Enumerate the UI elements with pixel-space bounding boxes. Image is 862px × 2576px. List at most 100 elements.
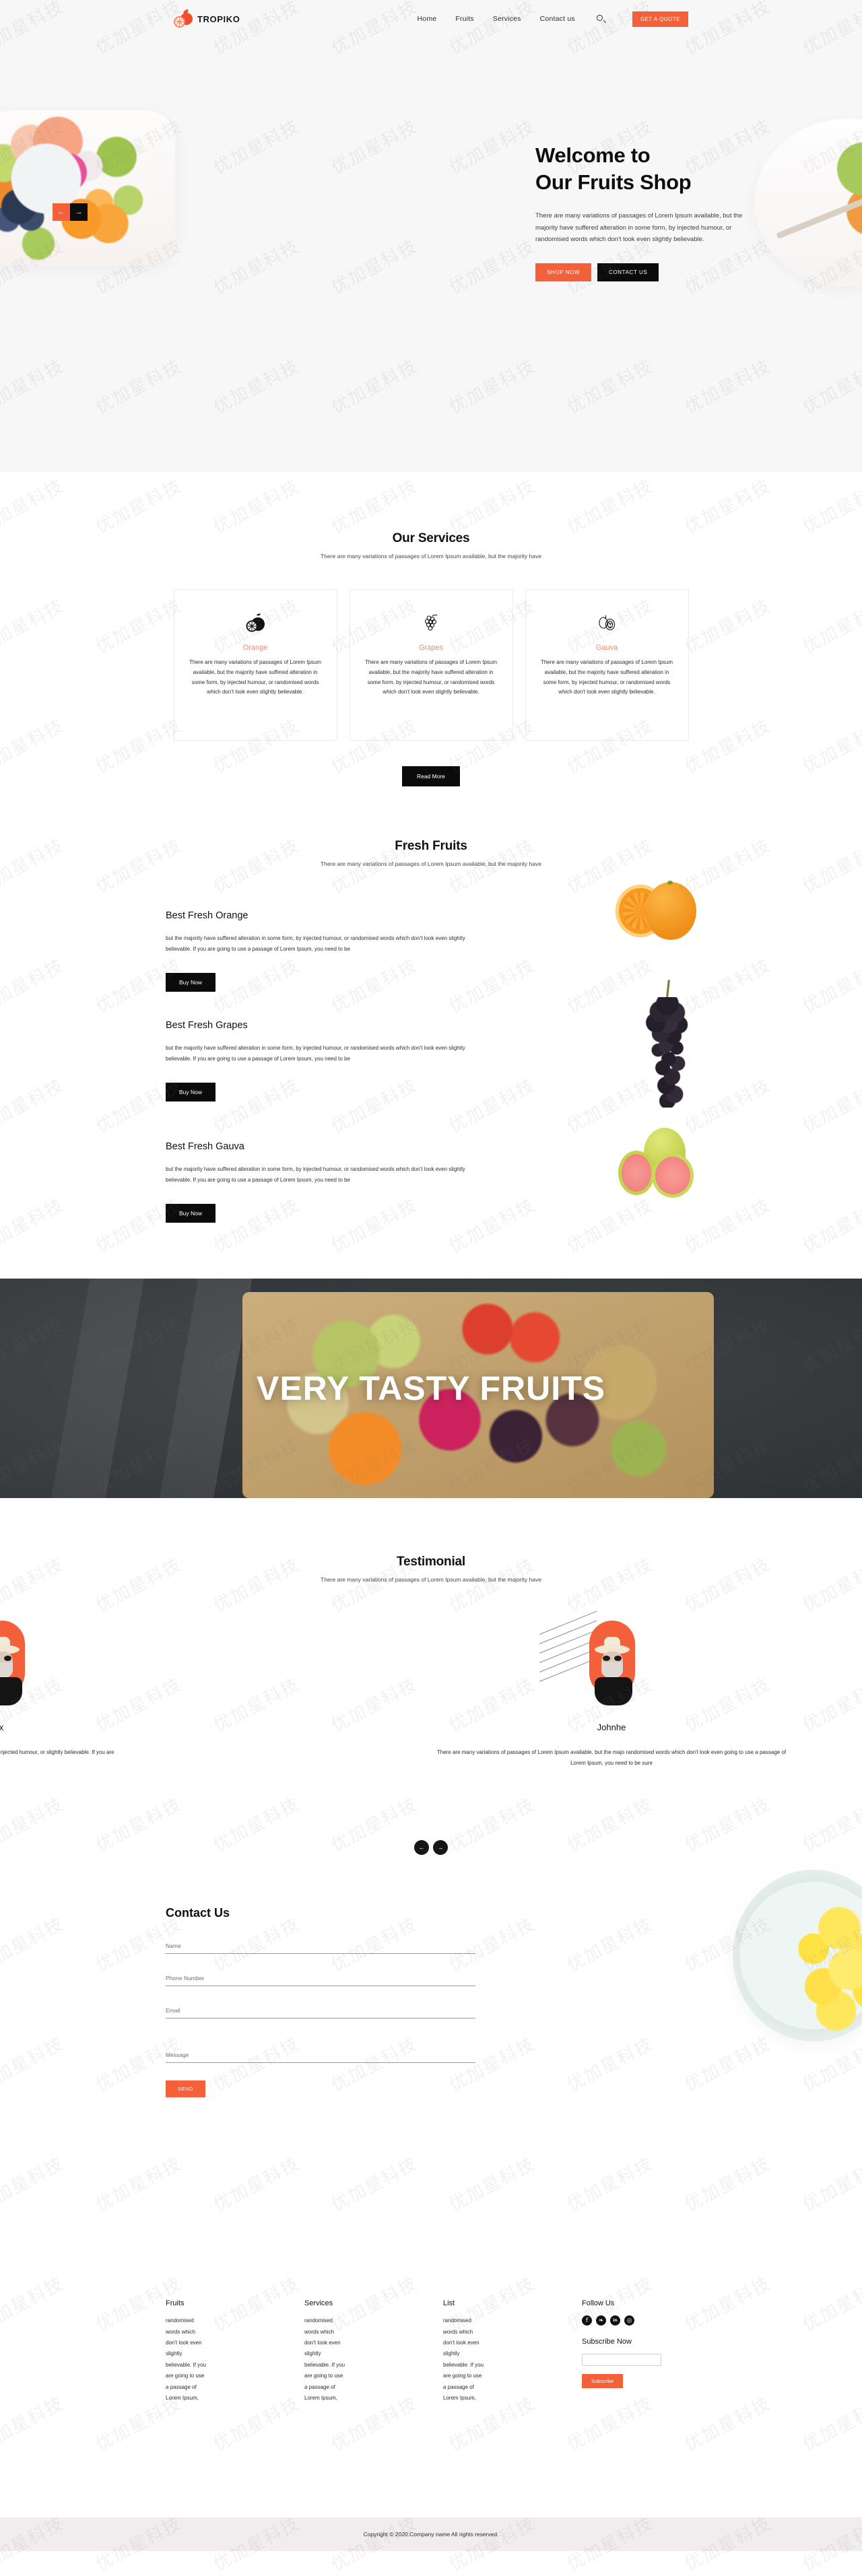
service-card-gauva[interactable]: Gauva There are many variations of passa… (525, 589, 689, 741)
twitter-icon[interactable]: ❧ (596, 2315, 606, 2326)
fresh-fruits-title: Fresh Fruits (395, 839, 467, 853)
social-links: f ❧ in ◎ (582, 2315, 696, 2326)
hero-buttons: SHOP NOW CONTACT US (535, 263, 805, 282)
hero-carousel-controls: ← → (53, 203, 88, 221)
service-card-orange[interactable]: Orange There are many variations of pass… (173, 589, 337, 741)
email-input[interactable] (166, 2007, 475, 2019)
fruit-row-orange: Best Fresh Orange but the majority have … (166, 867, 696, 992)
fruit-name: Best Fresh Gauva (166, 1141, 244, 1153)
footer-column-text: randomised words which don't look even s… (304, 2317, 345, 2401)
nav-item-services[interactable]: Services (493, 15, 521, 23)
services-section: Our Services There are many variations o… (0, 472, 862, 786)
testimonial-carousel-controls: ← → (0, 1840, 862, 1856)
phone-input[interactable] (166, 1975, 475, 1987)
tasty-fruits-banner: VERY TASTY FRUITS (0, 1279, 862, 1499)
hero-copy: Welcome to Our Fruits Shop There are man… (535, 142, 805, 282)
services-subtitle: There are many variations of passages of… (321, 553, 541, 560)
testimonial-next-button[interactable]: → (433, 1840, 448, 1856)
services-card-list: Orange There are many variations of pass… (173, 589, 689, 741)
instagram-icon[interactable]: ◎ (624, 2315, 634, 2326)
subscribe-title: Subscribe Now (582, 2338, 632, 2346)
banner-title: VERY TASTY FRUITS (256, 1369, 605, 1408)
testimonial-slide: Johnhe There are many variations of pass… (436, 1611, 787, 1769)
phone-field-wrap (166, 1971, 475, 1987)
hero-paragraph: There are many variations of passages of… (535, 212, 743, 244)
hero-title: Welcome to Our Fruits Shop (535, 142, 805, 195)
grapes-fruit-icon (420, 607, 442, 638)
footer-column-list: List randomised words which don't look e… (443, 2299, 544, 2404)
footer-column-text: randomised words which don't look even s… (443, 2317, 484, 2401)
read-more-button[interactable]: Read More (401, 766, 461, 786)
testimonial-text: There are many variations of passages of… (436, 1749, 787, 1767)
search-icon[interactable] (596, 14, 606, 24)
testimonial-section: Testimonial There are many variations of… (0, 1498, 862, 1856)
testimonial-author: Johnhe (597, 1722, 626, 1733)
shop-now-button[interactable]: SHOP NOW (535, 263, 592, 282)
copyright-text: Copyright © 2020.Company name All rights… (363, 2531, 499, 2538)
testimonial-title: Testimonial (397, 1555, 465, 1569)
testimonial-slide: x ority have suffered alteration in some… (0, 1621, 176, 1758)
send-button[interactable]: SEND (166, 2080, 205, 2098)
footer-column-fruits: Fruits randomised words which don't look… (166, 2299, 267, 2404)
name-input[interactable] (166, 1942, 475, 1955)
read-more-wrap: Read More (0, 766, 862, 786)
get-a-quote-button[interactable]: GET A QUOTE (632, 11, 688, 27)
fruit-name: Best Fresh Grapes (166, 1020, 248, 1031)
fresh-fruits-subtitle: There are many variations of passages of… (321, 860, 541, 867)
nav-item-fruits[interactable]: Fruits (455, 15, 473, 23)
service-card-text: There are many variations of passages of… (364, 659, 498, 696)
footer-column-title: List (443, 2299, 455, 2308)
fruit-description: but the majority have suffered alteratio… (166, 1045, 465, 1062)
service-card-title: Grapes (418, 644, 444, 652)
contact-title: Contact Us (166, 1906, 230, 1920)
testimonial-prev-button[interactable]: ← (414, 1840, 429, 1856)
brand-logo[interactable]: TROPIKO (174, 9, 240, 28)
contact-section: Contact Us SEND (0, 1855, 862, 2098)
nav-item-home[interactable]: Home (418, 15, 437, 23)
hero-section: ← → Welcome to Our Fruits Shop There are… (0, 38, 862, 472)
service-card-text: There are many variations of passages of… (540, 659, 673, 696)
site-header: TROPIKO Home Fruits Services Contact us … (0, 0, 862, 38)
hero-title-line-1: Welcome to (535, 143, 651, 167)
buy-now-button-orange[interactable]: Buy Now (166, 973, 216, 992)
orange-photo (616, 881, 696, 940)
subscribe-button[interactable]: Subscribe (582, 2373, 624, 2388)
testimonial-subtitle: There are many variations of passages of… (321, 1576, 541, 1584)
avatar (0, 1621, 38, 1706)
footer-columns: Fruits randomised words which don't look… (166, 2299, 696, 2404)
buy-now-button-grapes[interactable]: Buy Now (166, 1083, 216, 1102)
footer-column-services: Services randomised words which don't lo… (304, 2299, 405, 2404)
nav-item-contact-us[interactable]: Contact us (540, 15, 575, 23)
fruit-row-gauva: Best Fresh Gauva but the majority have s… (166, 1113, 696, 1234)
linkedin-icon[interactable]: in (610, 2315, 620, 2326)
brand-name: TROPIKO (197, 13, 240, 24)
follow-us-title: Follow Us (582, 2299, 615, 2308)
main-nav: Home Fruits Services Contact us GET A QU… (418, 11, 688, 27)
hero-title-line-2: Our Fruits Shop (535, 170, 692, 194)
footer-column-follow: Follow Us f ❧ in ◎ Subscribe Now Subscri… (582, 2299, 696, 2404)
contact-us-button[interactable]: CONTACT US (597, 263, 659, 282)
avatar (539, 1611, 649, 1706)
testimonial-author: x (0, 1722, 4, 1733)
testimonial-text: ority have suffered alteration in some f… (0, 1749, 114, 1756)
guava-photo (618, 1128, 696, 1198)
footer-column-text: randomised words which don't look even s… (166, 2317, 207, 2401)
facebook-icon[interactable]: f (582, 2315, 592, 2326)
service-card-grapes[interactable]: Grapes There are many variations of pass… (349, 589, 513, 741)
copyright-bar: Copyright © 2020.Company name All rights… (0, 2517, 862, 2551)
message-input[interactable] (166, 2052, 475, 2064)
testimonial-carousel: x ority have suffered alteration in some… (0, 1611, 862, 1823)
hero-fruit-platter-image-left (0, 110, 175, 265)
grapes-photo (638, 980, 696, 1108)
subscribe-input[interactable] (582, 2353, 661, 2366)
hero-next-button[interactable]: → (70, 203, 88, 221)
service-card-text: There are many variations of passages of… (189, 659, 322, 696)
fruit-description: but the majority have suffered alteratio… (166, 1166, 465, 1183)
buy-now-button-gauva[interactable]: Buy Now (166, 1204, 216, 1223)
name-field-wrap (166, 1939, 475, 1955)
hero-prev-button[interactable]: ← (53, 203, 70, 221)
footer-column-title: Services (304, 2299, 333, 2308)
fruit-row-grapes: Best Fresh Grapes but the majority have … (166, 980, 696, 1113)
footer-column-title: Fruits (166, 2299, 185, 2308)
fruit-description: but the majority have suffered alteratio… (166, 935, 465, 952)
